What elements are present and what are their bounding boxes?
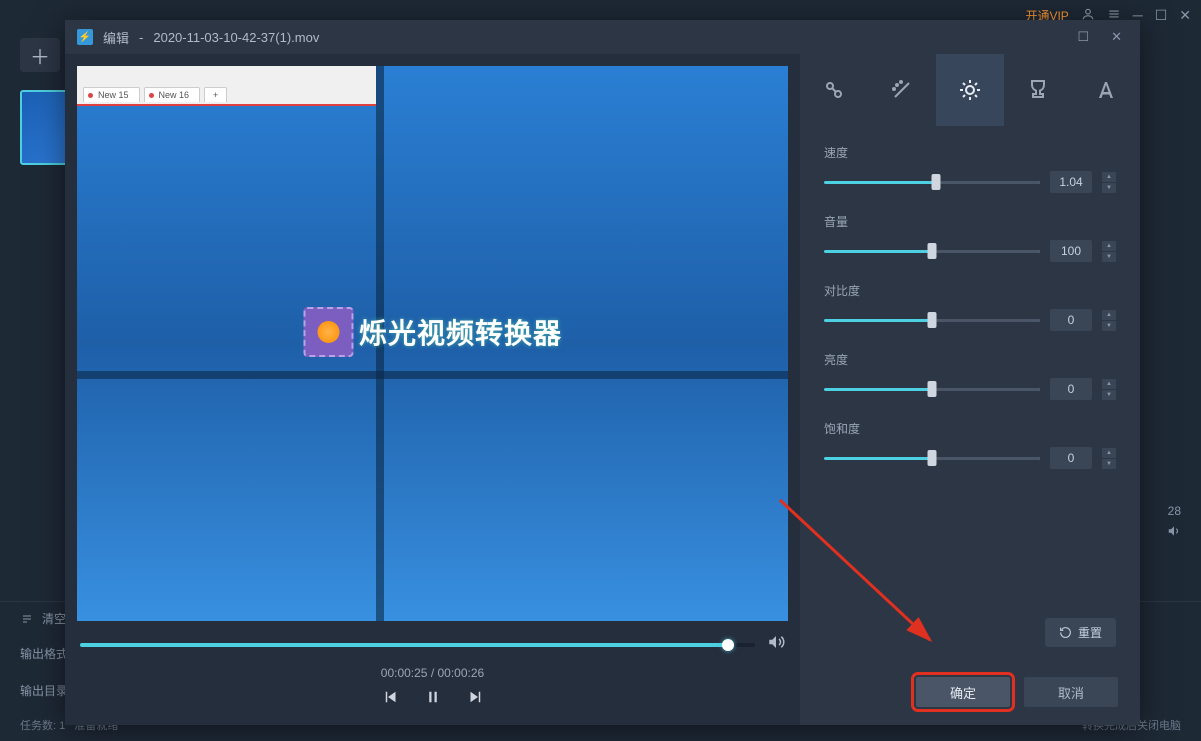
spinner[interactable]: ▲▼ [1102, 240, 1116, 262]
slider-value[interactable]: 100 [1050, 240, 1092, 262]
tab-crop[interactable] [800, 54, 868, 126]
editor-close-icon[interactable]: ✕ [1105, 29, 1128, 45]
slider-label: 饱和度 [824, 420, 1116, 437]
watermark-overlay: 烁光视频转换器 [303, 307, 562, 357]
preview-content-toolbar: New 15 New 16 + [77, 66, 376, 104]
timeline-slider[interactable] [80, 643, 755, 647]
editor-filename: 2020-11-03-10-42-37(1).mov [153, 30, 319, 45]
tab-effects[interactable] [868, 54, 936, 126]
pause-button[interactable] [424, 688, 442, 711]
reset-button[interactable]: 重置 [1045, 618, 1116, 647]
clear-list-icon[interactable] [20, 613, 34, 625]
slider-0[interactable] [824, 181, 1040, 184]
slider-1[interactable] [824, 250, 1040, 253]
watermark-text: 烁光视频转换器 [359, 312, 562, 352]
close-icon[interactable]: ✕ [1179, 7, 1191, 24]
spinner[interactable]: ▲▼ [1102, 309, 1116, 331]
editor-titlebar: 编辑 - 2020-11-03-10-42-37(1).mov ☐ ✕ [65, 20, 1140, 54]
maximize-icon[interactable]: ☐ [1155, 7, 1168, 24]
slider-value[interactable]: 1.04 [1050, 171, 1092, 193]
duration-badge: 28 [1167, 504, 1181, 518]
spinner[interactable]: ▲▼ [1102, 171, 1116, 193]
ok-button[interactable]: 确定 [916, 677, 1010, 707]
slider-value[interactable]: 0 [1050, 309, 1092, 331]
adjust-panel: 速度 1.04 ▲▼ 音量 100 ▲▼ 对比度 0 ▲▼ [800, 54, 1140, 725]
slider-3[interactable] [824, 388, 1040, 391]
cancel-button[interactable]: 取消 [1024, 677, 1118, 707]
preview-tab-plus: + [204, 87, 227, 102]
video-preview[interactable]: New 15 New 16 + 烁光视频转换器 [77, 66, 788, 621]
slider-value[interactable]: 0 [1050, 378, 1092, 400]
add-file-button[interactable]: ＋ [20, 38, 60, 72]
next-frame-button[interactable] [466, 688, 484, 711]
task-count: 任务数: 1 [20, 720, 65, 732]
slider-4[interactable] [824, 457, 1040, 460]
slider-label: 速度 [824, 144, 1116, 161]
volume-icon[interactable] [767, 633, 785, 656]
tab-text[interactable] [1072, 54, 1140, 126]
volume-icon [1167, 524, 1181, 538]
preview-tab: New 15 [83, 87, 140, 102]
slider-label: 音量 [824, 213, 1116, 230]
editor-dialog: 编辑 - 2020-11-03-10-42-37(1).mov ☐ ✕ New … [65, 20, 1140, 725]
spinner[interactable]: ▲▼ [1102, 447, 1116, 469]
slider-value[interactable]: 0 [1050, 447, 1092, 469]
clear-label[interactable]: 清空 [42, 610, 66, 627]
app-icon [77, 29, 93, 45]
slider-2[interactable] [824, 319, 1040, 322]
tab-adjust[interactable] [936, 54, 1004, 126]
editor-maximize-icon[interactable]: ☐ [1071, 29, 1095, 45]
slider-label: 亮度 [824, 351, 1116, 368]
preview-pane: New 15 New 16 + 烁光视频转换器 [65, 54, 800, 725]
time-display: 00:00:25 / 00:00:26 [65, 662, 800, 688]
slider-label: 对比度 [824, 282, 1116, 299]
tab-watermark[interactable] [1004, 54, 1072, 126]
preview-tab: New 16 [144, 87, 201, 102]
editor-title: 编辑 [103, 28, 129, 47]
prev-frame-button[interactable] [382, 688, 400, 711]
spinner[interactable]: ▲▼ [1102, 378, 1116, 400]
